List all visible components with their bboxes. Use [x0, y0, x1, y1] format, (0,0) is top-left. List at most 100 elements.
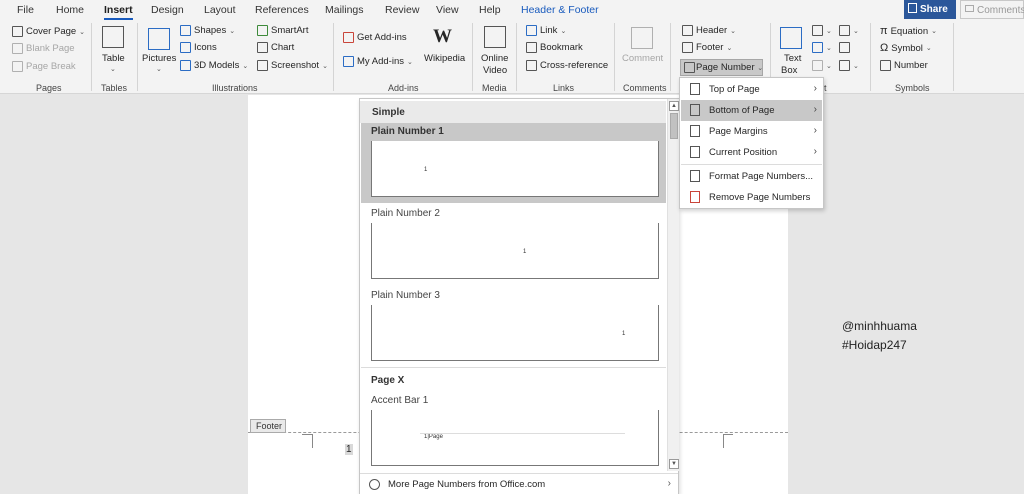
format-page-numbers-icon: [690, 170, 700, 182]
group-separator: [472, 23, 473, 91]
new-comment-button-label[interactable]: Comment: [622, 53, 663, 64]
menu-item-format-page-numbers[interactable]: Format Page Numbers...: [681, 166, 822, 187]
signature-icon: [839, 25, 850, 36]
group-separator: [953, 23, 954, 91]
shapes-button[interactable]: Shapes ⌄: [180, 25, 235, 36]
pictures-button-label[interactable]: Pictures: [142, 53, 176, 64]
footer-page-number[interactable]: 1: [345, 444, 353, 455]
page-number-button[interactable]: Page Number ⌄: [680, 59, 763, 76]
pi-icon: π: [880, 25, 888, 37]
group-label-links: Links: [553, 83, 575, 93]
preview-page-number: 1: [523, 249, 527, 255]
blank-page-button[interactable]: Blank Page: [12, 43, 75, 54]
group-separator: [670, 23, 671, 91]
tab-view[interactable]: View: [436, 4, 459, 16]
table-icon[interactable]: [102, 26, 124, 48]
gallery-item-plain-number-3-label: Plain Number 3: [371, 290, 440, 301]
comments-button[interactable]: Comments: [960, 0, 1024, 19]
tab-file[interactable]: File: [17, 4, 34, 16]
number-button[interactable]: Number: [880, 60, 928, 71]
share-icon: [908, 3, 917, 13]
quick-parts-button[interactable]: ⌄: [812, 25, 832, 36]
gallery-scrollbar[interactable]: ▲ ▼: [667, 99, 679, 471]
screenshot-button[interactable]: Screenshot ⌄: [257, 60, 328, 71]
share-button[interactable]: Share: [904, 0, 956, 19]
preview-page-number: 1: [424, 167, 428, 173]
signature-line-button[interactable]: ⌄: [839, 25, 859, 36]
page-break-button[interactable]: Page Break: [12, 61, 76, 72]
watermark-line2: #Hoidap247: [842, 338, 907, 352]
submenu-arrow-icon: ›: [813, 104, 817, 115]
get-addins-button[interactable]: Get Add-ins: [343, 32, 407, 43]
tab-references[interactable]: References: [255, 4, 309, 16]
blank-page-icon: [12, 43, 23, 54]
scroll-up-arrow-icon[interactable]: ▲: [669, 101, 679, 111]
wordart-button[interactable]: ⌄: [812, 42, 832, 53]
date-time-button[interactable]: [839, 42, 850, 53]
online-video-line2[interactable]: Video: [483, 65, 507, 76]
top-of-page-icon: [690, 83, 700, 95]
tab-layout[interactable]: Layout: [204, 4, 236, 16]
table-button-label[interactable]: Table: [102, 53, 125, 64]
gallery-item-plain-number-1[interactable]: 1: [371, 141, 659, 197]
current-position-icon: [690, 146, 700, 158]
preview-accent-line: [420, 433, 625, 434]
text-box-line2[interactable]: Box: [781, 65, 797, 76]
gallery-item-plain-number-3[interactable]: 1: [371, 305, 659, 361]
group-separator: [614, 23, 615, 91]
header-button[interactable]: Header ⌄: [682, 25, 736, 36]
bookmark-button[interactable]: Bookmark: [526, 42, 583, 53]
menu-item-bottom-of-page[interactable]: Bottom of Page ›: [681, 100, 822, 121]
text-box-line1[interactable]: Text: [784, 53, 801, 64]
footer-button[interactable]: Footer ⌄: [682, 42, 732, 53]
group-label-tables: Tables: [101, 83, 128, 93]
group-separator: [516, 23, 517, 91]
link-icon: [526, 25, 537, 36]
menu-item-current-position[interactable]: Current Position ›: [681, 142, 822, 163]
wikipedia-icon[interactable]: W: [433, 26, 452, 48]
wikipedia-button-label[interactable]: Wikipedia: [424, 53, 465, 64]
my-addins-button[interactable]: My Add-ins ⌄: [343, 56, 413, 67]
equation-button[interactable]: π Equation ⌄: [880, 25, 937, 37]
new-comment-icon[interactable]: [631, 27, 653, 49]
gallery-item-accent-bar-1[interactable]: 1|Page: [371, 410, 659, 466]
smartart-button[interactable]: SmartArt: [257, 25, 308, 36]
gallery-item-plain-number-2[interactable]: 1: [371, 223, 659, 279]
link-button[interactable]: Link ⌄: [526, 25, 566, 36]
menu-item-page-margins[interactable]: Page Margins ›: [681, 121, 822, 142]
margin-corner-mark: [302, 434, 312, 435]
tab-help[interactable]: Help: [479, 4, 501, 16]
symbol-button[interactable]: Ω Symbol ⌄: [880, 42, 932, 54]
tab-design[interactable]: Design: [151, 4, 184, 16]
chart-button[interactable]: Chart: [257, 42, 294, 53]
omega-icon: Ω: [880, 42, 889, 54]
tab-mailings[interactable]: Mailings: [325, 4, 364, 16]
tab-insert[interactable]: Insert: [104, 4, 133, 20]
icons-button[interactable]: Icons: [180, 42, 217, 53]
text-box-icon[interactable]: [780, 27, 802, 49]
scroll-thumb[interactable]: [670, 113, 678, 139]
more-page-numbers-item[interactable]: More Page Numbers from Office.com ›: [360, 473, 678, 494]
cross-reference-button[interactable]: Cross-reference: [526, 60, 608, 71]
pictures-icon[interactable]: [148, 28, 170, 50]
drop-cap-button[interactable]: ⌄: [812, 60, 832, 71]
tab-home[interactable]: Home: [56, 4, 84, 16]
object-button[interactable]: ⌄: [839, 60, 859, 71]
group-label-media: Media: [482, 83, 507, 93]
menu-item-top-of-page[interactable]: Top of Page ›: [681, 79, 822, 100]
tab-header-footer[interactable]: Header & Footer: [521, 4, 599, 16]
menu-item-remove-page-numbers[interactable]: Remove Page Numbers: [681, 187, 822, 208]
page-margins-icon: [690, 125, 700, 137]
scroll-down-arrow-icon[interactable]: ▼: [669, 459, 679, 469]
group-label-addins: Add-ins: [388, 83, 419, 93]
3d-models-button[interactable]: 3D Models ⌄: [180, 60, 248, 71]
menu-separator: [681, 164, 822, 165]
group-separator: [91, 23, 92, 91]
bottom-of-page-icon: [690, 104, 700, 116]
online-video-line1[interactable]: Online: [481, 53, 508, 64]
cross-reference-icon: [526, 60, 537, 71]
cover-page-button[interactable]: Cover Page ⌄: [12, 26, 85, 37]
margin-corner-mark: [723, 434, 733, 435]
tab-review[interactable]: Review: [385, 4, 419, 16]
online-video-icon[interactable]: [484, 26, 506, 48]
